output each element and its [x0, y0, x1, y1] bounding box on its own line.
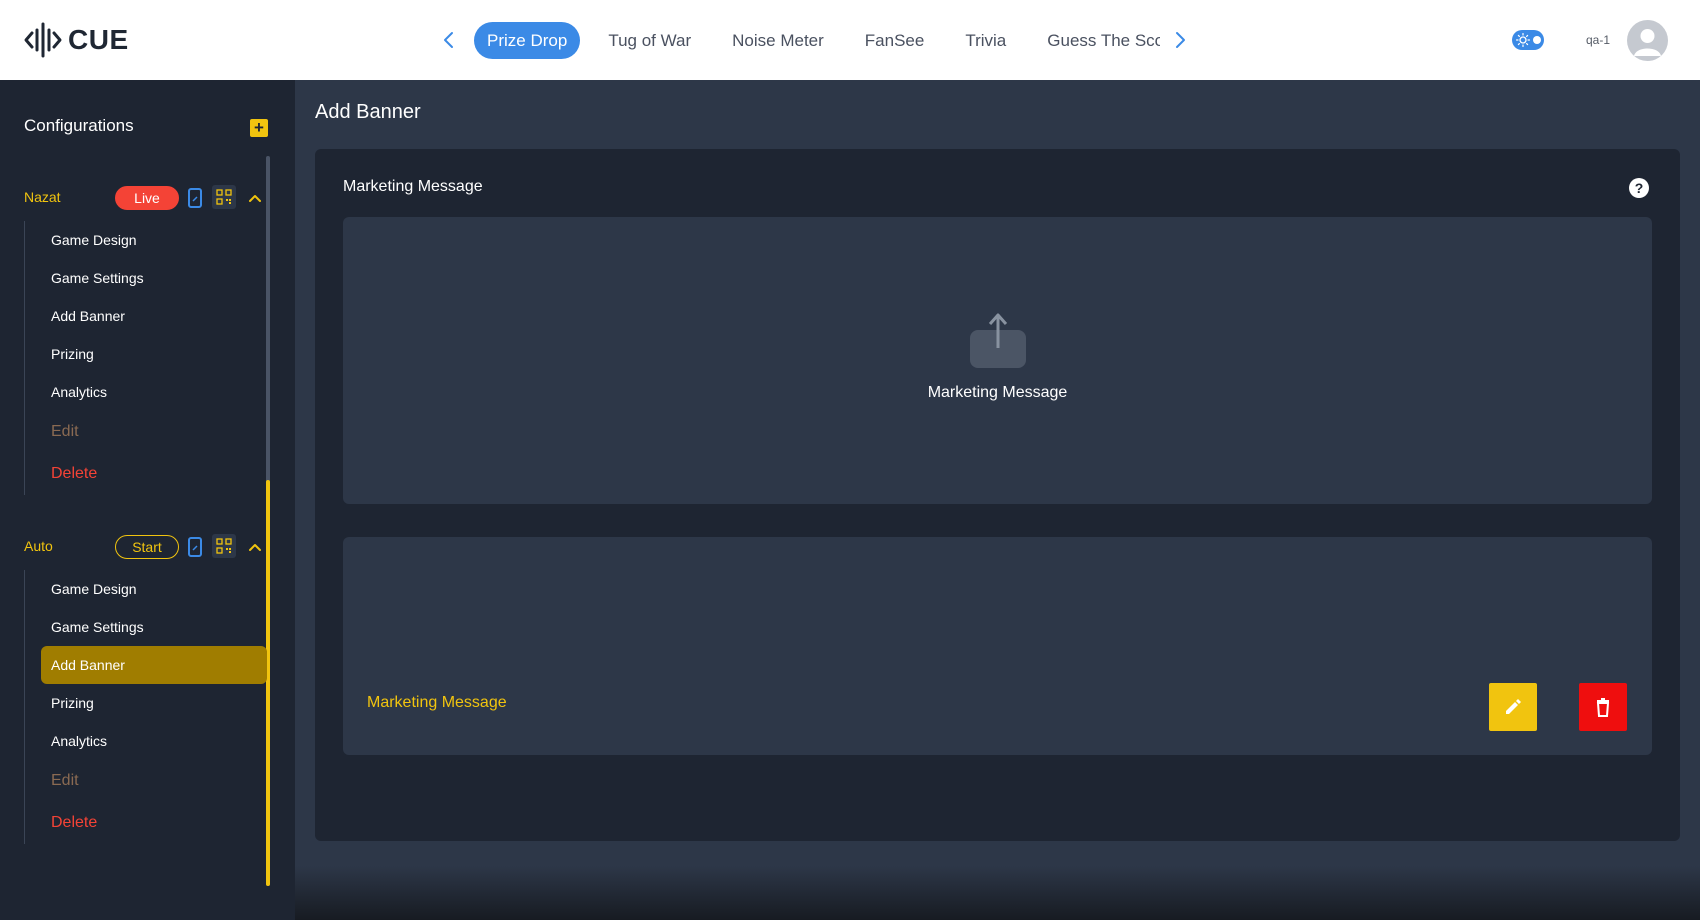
live-status-badge[interactable]: Live — [115, 186, 179, 210]
tab-noise-meter[interactable]: Noise Meter — [719, 22, 837, 59]
trash-icon — [1596, 698, 1610, 717]
menu-delete[interactable]: Delete — [25, 802, 266, 844]
theme-toggle[interactable] — [1512, 30, 1544, 50]
qr-code-icon[interactable] — [212, 185, 236, 209]
config-group-header[interactable]: Nazat Live — [0, 183, 265, 213]
add-configuration-button[interactable]: + — [250, 119, 268, 137]
dropzone-label: Marketing Message — [927, 384, 1068, 401]
menu-game-design[interactable]: Game Design — [25, 570, 266, 608]
config-name: Nazat — [24, 189, 61, 205]
sun-icon — [1516, 33, 1530, 47]
menu-delete[interactable]: Delete — [25, 453, 266, 495]
configurations-title: Configurations — [24, 116, 134, 135]
username: qa-1 — [1586, 33, 1611, 47]
mobile-preview-icon[interactable] — [188, 188, 202, 208]
menu-add-banner[interactable]: Add Banner — [25, 297, 266, 335]
config-group-header[interactable]: Auto Start — [0, 532, 265, 562]
menu-game-settings[interactable]: Game Settings — [25, 608, 266, 646]
tab-prize-drop[interactable]: Prize Drop — [474, 22, 581, 59]
menu-analytics[interactable]: Analytics — [25, 373, 266, 411]
menu-analytics[interactable]: Analytics — [25, 722, 266, 760]
avatar[interactable] — [1627, 20, 1668, 61]
game-tabs: Prize Drop Tug of War Noise Meter FanSee Tri… — [474, 22, 1160, 59]
config-menu: Game Design Game Settings Add Banner Pri… — [24, 221, 266, 495]
config-menu: Game Design Game Settings Add Banner Pri… — [24, 570, 267, 844]
config-name: Auto — [24, 538, 53, 554]
chevron-right-icon[interactable] — [1170, 28, 1190, 52]
menu-prizing[interactable]: Prizing — [25, 684, 266, 722]
tab-tug-of-war[interactable]: Tug of War — [595, 22, 704, 59]
toggle-knob — [1533, 36, 1541, 44]
qr-code-icon[interactable] — [212, 534, 236, 558]
marketing-message-card: Marketing Message ? Marketing Message Ma… — [315, 149, 1680, 841]
delete-banner-button[interactable] — [1579, 683, 1627, 731]
waveform-logo-icon — [24, 22, 62, 58]
menu-game-settings[interactable]: Game Settings — [25, 259, 266, 297]
sidebar: Configurations + Nazat Live Game Design … — [0, 80, 295, 920]
user-icon — [1634, 29, 1661, 56]
menu-add-banner-active[interactable]: Add Banner — [41, 646, 267, 684]
logo[interactable]: CUE — [24, 22, 129, 58]
menu-game-design[interactable]: Game Design — [25, 221, 266, 259]
upload-dropzone[interactable]: Marketing Message — [343, 217, 1652, 504]
menu-edit[interactable]: Edit — [25, 760, 266, 802]
chevron-up-icon[interactable] — [248, 541, 262, 553]
mobile-preview-icon[interactable] — [188, 537, 202, 557]
bottom-fade — [295, 866, 1700, 920]
tab-guess-the-score[interactable]: Guess The Sco — [1034, 22, 1160, 59]
page-title: Add Banner — [315, 101, 421, 123]
chevron-up-icon[interactable] — [248, 192, 262, 204]
edit-banner-button[interactable] — [1489, 683, 1537, 731]
menu-prizing[interactable]: Prizing — [25, 335, 266, 373]
logo-text: CUE — [68, 24, 129, 55]
pencil-icon — [1506, 699, 1521, 714]
help-icon[interactable]: ? — [1629, 178, 1649, 198]
chevron-left-icon[interactable] — [439, 28, 459, 52]
section-label: Marketing Message — [343, 178, 483, 195]
tab-fansee[interactable]: FanSee — [852, 22, 938, 59]
top-bar: CUE Prize Drop Tug of War Noise Meter FanSe… — [0, 0, 1700, 80]
upload-icon — [970, 313, 1026, 368]
banner-item: Marketing Message — [343, 537, 1652, 755]
menu-edit[interactable]: Edit — [25, 411, 266, 453]
sidebar-scrollbar-thumb[interactable] — [266, 480, 270, 886]
banner-name: Marketing Message — [367, 694, 507, 711]
start-status-badge[interactable]: Start — [115, 535, 179, 559]
tab-trivia[interactable]: Trivia — [952, 22, 1019, 59]
